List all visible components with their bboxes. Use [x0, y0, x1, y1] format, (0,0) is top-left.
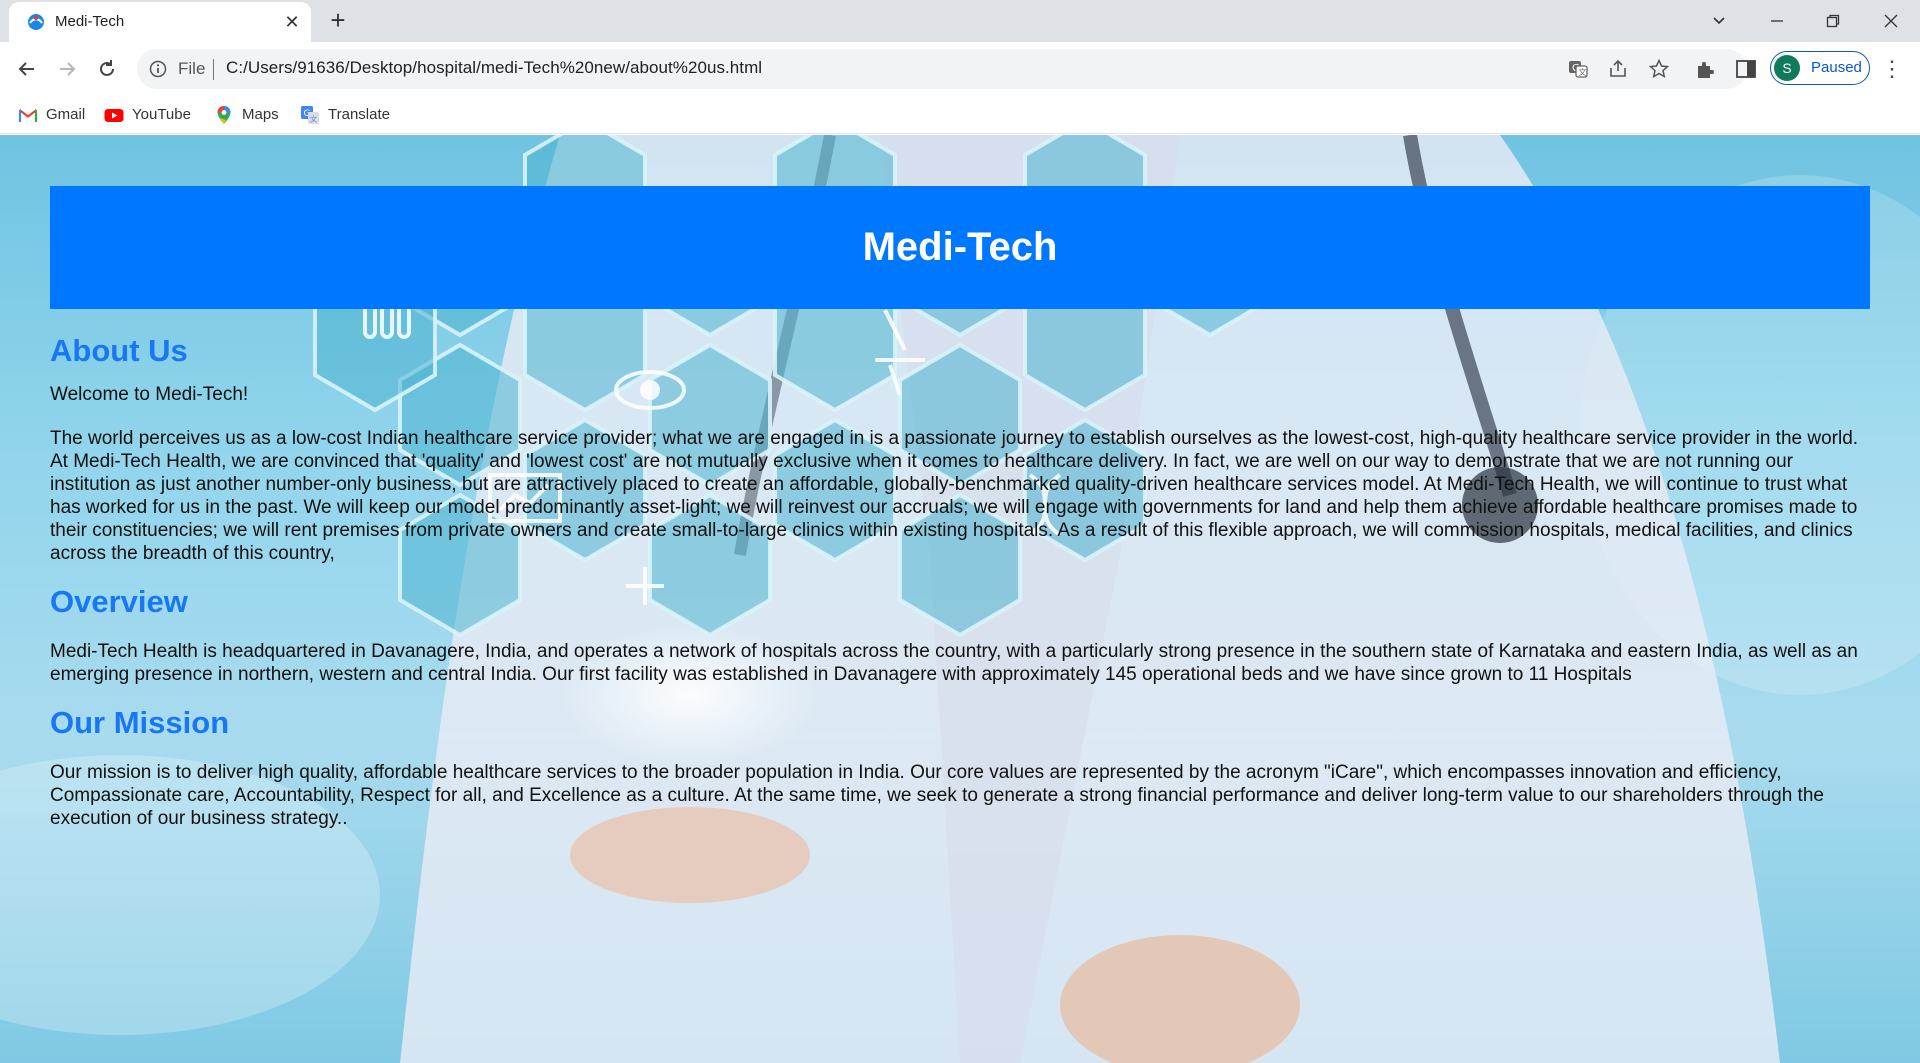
bookmark-gmail[interactable]: Gmail: [18, 103, 90, 127]
close-window-icon[interactable]: [1874, 6, 1908, 36]
tab-strip: Medi-Tech ✕ +: [0, 0, 1920, 42]
our-mission-paragraph: Our mission is to deliver high quality, …: [50, 762, 1824, 829]
profile-avatar: S: [1774, 55, 1800, 81]
bookmark-maps[interactable]: Maps: [214, 103, 284, 127]
restore-icon[interactable]: [1816, 6, 1850, 36]
omnibox-divider: [213, 59, 214, 80]
back-arrow-icon[interactable]: [12, 54, 42, 84]
file-scheme-chip: File: [178, 59, 206, 78]
share-icon[interactable]: [1607, 58, 1629, 80]
browser-menu-icon[interactable]: ⋮: [1880, 54, 1904, 84]
bookmark-youtube[interactable]: YouTube: [104, 103, 196, 127]
page-content: About Us Welcome to Medi-Tech! The world…: [50, 331, 1872, 830]
maps-icon: [217, 106, 231, 124]
welcome-text: Welcome to Medi-Tech!: [50, 384, 249, 405]
browser-toolbar: File C:/Users/91636/Desktop/hospital/med…: [0, 42, 1920, 96]
site-header-banner: Medi-Tech: [50, 186, 1870, 309]
url-text[interactable]: C:/Users/91636/Desktop/hospital/medi-Tec…: [226, 58, 762, 78]
bookmark-star-icon[interactable]: [1648, 58, 1670, 80]
profile-button[interactable]: S Paused: [1770, 51, 1870, 85]
tab-search-icon[interactable]: [1702, 6, 1736, 36]
translate-page-icon[interactable]: G 文: [1567, 58, 1589, 80]
profile-status-label: Paused: [1811, 59, 1862, 76]
minimize-icon[interactable]: [1760, 6, 1794, 36]
site-title: Medi-Tech: [862, 225, 1058, 269]
our-mission-heading: Our Mission: [50, 705, 230, 740]
extensions-puzzle-icon[interactable]: [1694, 57, 1718, 81]
address-bar[interactable]: File C:/Users/91636/Desktop/hospital/med…: [137, 49, 1747, 89]
about-us-heading: About Us: [50, 333, 188, 368]
svg-text:文: 文: [310, 115, 317, 124]
site-favicon-icon: [28, 14, 44, 30]
youtube-icon: [104, 109, 124, 122]
bookmark-label: Translate: [328, 106, 390, 123]
close-tab-icon[interactable]: ✕: [281, 11, 303, 33]
about-us-paragraph: The world perceives us as a low-cost Ind…: [50, 428, 1859, 564]
svg-text:文: 文: [1579, 67, 1587, 77]
tab-title: Medi-Tech: [55, 13, 125, 30]
new-tab-icon[interactable]: +: [326, 7, 350, 33]
tab-medi-tech[interactable]: Medi-Tech ✕: [9, 2, 311, 42]
bookmark-translate[interactable]: G 文 Translate: [300, 103, 400, 127]
translate-icon: G 文: [301, 106, 319, 124]
overview-paragraph: Medi-Tech Health is headquartered in Dav…: [50, 641, 1858, 685]
bookmark-label: Gmail: [46, 106, 86, 123]
site-info-icon[interactable]: [149, 60, 167, 78]
reload-icon[interactable]: [92, 54, 122, 84]
bookmarks-bar: Gmail YouTube Maps G 文 Translate: [0, 96, 1920, 134]
side-panel-icon[interactable]: [1734, 57, 1758, 81]
forward-arrow-icon[interactable]: [52, 54, 82, 84]
gmail-icon: [18, 109, 38, 122]
page-viewport: Medi-Tech About Us Welcome to Medi-Tech!…: [0, 135, 1920, 1063]
bookmark-label: YouTube: [132, 106, 191, 123]
bookmark-label: Maps: [242, 106, 279, 123]
overview-heading: Overview: [50, 584, 188, 619]
